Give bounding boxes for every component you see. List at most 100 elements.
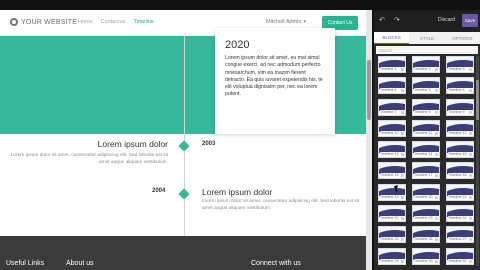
block-tile[interactable]: Timeline 13 [378,141,406,159]
site-footer: Useful Links About us Connect with us [0,236,366,270]
timeline-marker-1 [178,140,190,152]
tab-options[interactable]: OPTIONS [445,32,480,44]
nav-timeline[interactable]: Timeline [133,19,154,25]
timeline-year-1: 2003 [202,141,216,147]
timeline-text-2: Lorem ipsum dolor sit amet, consectetur … [202,199,360,211]
block-handle-icon [469,131,472,135]
block-handle-icon [401,110,404,114]
block-handle-icon [469,238,472,242]
block-handle-icon [401,131,404,135]
block-tile[interactable]: Timeline 7 [378,98,406,116]
block-handle-icon [435,153,438,157]
block-handle-icon [469,195,472,199]
user-name: Mitchell Admin [266,19,302,25]
footer-about-us: About us [66,260,94,267]
timeline-line [184,36,185,236]
user-menu[interactable]: Mitchell Admin ▾ [266,19,306,25]
block-tile[interactable]: Timeline 2 [412,56,440,73]
block-handle-icon [401,238,404,242]
block-tile[interactable]: Timeline 28 [378,247,406,265]
block-handle-icon [435,131,438,135]
block-tile[interactable]: Timeline 6 [446,77,474,95]
undo-icon[interactable]: ↶ [379,16,385,24]
block-tile[interactable]: Timeline 27 [446,226,474,244]
block-handle-icon [401,195,404,199]
discard-button[interactable]: Discard [438,17,455,23]
website-canvas: YOUR WEBSITE Home Contactus Timeline Mit… [0,10,372,270]
block-handle-icon [401,68,404,71]
block-handle-icon [435,195,438,199]
block-handle-icon [435,68,438,71]
tab-style[interactable]: STYLE [409,32,444,44]
panel-scroll-thumb[interactable] [476,80,479,120]
nav-home[interactable]: Home [78,19,93,25]
editor-toolbar: ↶ ↷ Discard Save [374,10,480,32]
block-tile[interactable]: Timeline 1 [378,56,406,73]
card-text: Lorem ipsum dolor sit amet, eu mei simul… [225,55,323,98]
tab-blocks[interactable]: BLOCKS [374,32,410,44]
block-handle-icon [469,153,472,157]
editor-tabs: BLOCKS STYLE OPTIONS [374,32,480,44]
canvas-scroll-thumb[interactable] [367,60,371,120]
block-handle-icon [469,89,472,93]
block-handle-icon [435,110,438,114]
block-tile[interactable]: Timeline 11 [412,119,440,137]
block-tile[interactable]: Timeline 17 [412,162,440,180]
card-year: 2020 [225,39,250,51]
timeline-card-2020[interactable]: 2020 Lorem ipsum dolor sit amet, eu mei … [215,28,335,134]
block-tile[interactable]: Timeline 26 [412,226,440,244]
block-tile[interactable]: Timeline 30 [446,247,474,265]
block-handle-icon [401,217,404,221]
block-handle-icon [435,238,438,242]
save-button[interactable]: Save [462,14,478,27]
block-handle-icon [401,174,404,178]
timeline-title-2: Lorem ipsum dolor [202,187,273,197]
block-handle-icon [469,217,472,221]
footer-connect: Connect with us [251,260,301,267]
site-logo[interactable]: YOUR WEBSITE [10,18,77,26]
logo-icon [10,18,18,26]
block-tile[interactable]: Timeline 4 [378,77,406,95]
logo-text: YOUR WEBSITE [21,18,78,26]
timeline-title-1: Lorem ipsum dolor [97,139,168,149]
block-tile[interactable]: Timeline 29 [412,247,440,265]
footer-useful-links: Useful Links [6,260,45,267]
block-tile[interactable]: Timeline 21 [446,183,474,201]
block-tile[interactable]: Timeline 22 [378,205,406,223]
block-tile[interactable]: Timeline 14 [412,141,440,159]
block-tile[interactable]: Timeline 5 [412,77,440,95]
block-handle-icon [469,174,472,178]
block-tile[interactable]: Timeline 10 [378,119,406,137]
block-tile[interactable]: Timeline 15 [446,141,474,159]
editor-panel: ↶ ↷ Discard Save BLOCKS STYLE OPTIONS Se… [374,10,480,270]
block-tile[interactable]: Timeline 23 [412,205,440,223]
timeline-marker-2 [178,188,190,200]
blocks-grid: Timeline 1 Timeline 2 Timeline 3 Timeline 4… [378,56,474,266]
nav-contactus[interactable]: Contactus [101,19,126,25]
redo-icon[interactable]: ↷ [394,16,400,24]
block-tile[interactable]: Timeline 16 [378,162,406,180]
timeline-text-1: Lorem ipsum dolor sit amet, consectetur … [10,153,168,165]
block-handle-icon [435,174,438,178]
blocks-search-input[interactable]: Search... [376,46,478,54]
block-tile[interactable]: Timeline 24 [446,205,474,223]
block-handle-icon [435,89,438,93]
block-handle-icon [435,217,438,221]
screen: YOUR WEBSITE Home Contactus Timeline Mit… [0,0,480,270]
timeline-year-2: 2004 [152,188,166,194]
block-handle-icon [401,153,404,157]
block-handle-icon [469,68,472,71]
block-handle-icon [469,259,472,263]
block-handle-icon [469,110,472,114]
block-tile[interactable]: Timeline 9 [446,98,474,116]
block-handle-icon [401,259,404,263]
block-tile[interactable]: Timeline 18 [446,162,474,180]
canvas-scrollbar[interactable] [366,10,372,270]
block-tile[interactable]: Timeline 12 [446,119,474,137]
block-tile[interactable]: Timeline 20 [412,183,440,201]
caret-down-icon: ▾ [303,19,306,25]
block-tile[interactable]: Timeline 8 [412,98,440,116]
site-nav: Home Contactus Timeline [78,19,154,25]
block-tile[interactable]: Timeline 25 [378,226,406,244]
block-tile[interactable]: Timeline 3 [446,56,474,73]
